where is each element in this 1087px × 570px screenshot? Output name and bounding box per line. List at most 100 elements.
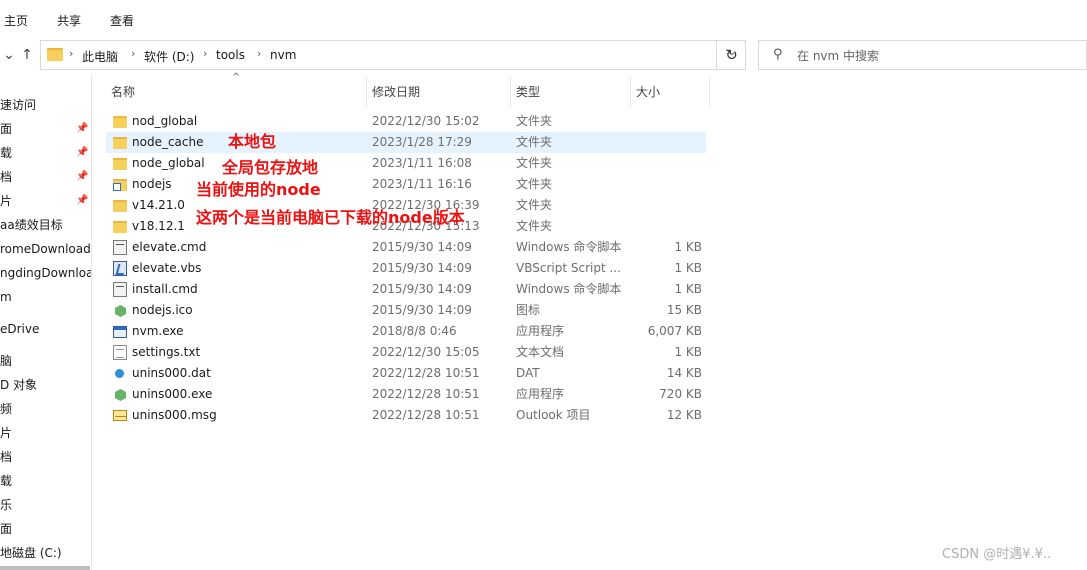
sidebar-item-pictures-pc[interactable]: 片 bbox=[0, 423, 91, 443]
sidebar-item-drive-c[interactable]: 地磁盘 (C:) bbox=[0, 543, 91, 563]
chevron-right-icon: › bbox=[257, 47, 262, 60]
sidebar-item-pictures[interactable]: 片 📌 bbox=[0, 191, 91, 211]
text-file-icon bbox=[113, 345, 127, 360]
sidebar-item-label: 载 bbox=[0, 474, 13, 488]
dat-file-icon bbox=[115, 369, 124, 378]
sidebar-item-onedrive[interactable]: eDrive bbox=[0, 319, 91, 339]
file-row[interactable]: nvm.exe 2018/8/8 0:46 应用程序 6,007 KB bbox=[106, 321, 706, 342]
file-name: settings.txt bbox=[132, 345, 201, 359]
file-date: 2023/1/28 17:29 bbox=[372, 135, 472, 149]
file-name: nvm.exe bbox=[132, 324, 184, 338]
sidebar-item-documents-pc[interactable]: 档 bbox=[0, 447, 91, 467]
file-row[interactable]: nodejs.ico 2015/9/30 14:09 图标 15 KB bbox=[106, 300, 706, 321]
file-date: 2015/9/30 14:09 bbox=[372, 303, 472, 317]
chevron-right-icon: › bbox=[69, 47, 74, 60]
column-header-date[interactable]: 修改日期 bbox=[367, 78, 510, 106]
shortcut-folder-icon bbox=[113, 179, 127, 191]
sidebar-item-label: ngdingDownloa bbox=[0, 266, 92, 280]
sidebar-item-m[interactable]: m bbox=[0, 287, 91, 307]
file-name: unins000.dat bbox=[132, 366, 211, 380]
file-row[interactable]: nod_global 2022/12/30 15:02 文件夹 bbox=[106, 111, 706, 132]
file-row[interactable]: unins000.exe 2022/12/28 10:51 应用程序 720 KB bbox=[106, 384, 706, 405]
annotation-current-node: 当前使用的node bbox=[196, 180, 321, 199]
search-input[interactable] bbox=[797, 47, 1077, 65]
breadcrumb-nvm[interactable]: nvm bbox=[270, 48, 296, 62]
file-name: unins000.exe bbox=[132, 387, 213, 401]
node-hex-icon bbox=[115, 305, 126, 317]
sidebar-item-label: 载 bbox=[0, 146, 13, 160]
sidebar-item-label: 乐 bbox=[0, 498, 13, 512]
chevron-right-icon: › bbox=[203, 47, 208, 60]
address-row: ⌄ ↑ › 此电脑 › 软件 (D:) › tools › nvm ⌄ ↻ ⚲ bbox=[0, 40, 1087, 70]
tab-home[interactable]: 主页 bbox=[4, 12, 28, 29]
file-name: unins000.msg bbox=[132, 408, 217, 422]
tab-view[interactable]: 查看 bbox=[110, 12, 134, 29]
sidebar-item-documents[interactable]: 档 📌 bbox=[0, 167, 91, 187]
tab-share[interactable]: 共享 bbox=[57, 12, 81, 29]
refresh-button[interactable]: ↻ bbox=[716, 40, 746, 70]
sidebar-item-quick-access[interactable]: 速访问 bbox=[0, 95, 91, 115]
expand-chevron-icon[interactable]: ⌄ bbox=[0, 44, 18, 66]
navigation-pane: 速访问 面 📌 载 📌 档 📌 片 📌 aa绩效目标 romeDownload ngdi… bbox=[0, 76, 92, 570]
file-type: 应用程序 bbox=[516, 324, 565, 338]
sidebar-item-downloads[interactable]: 载 📌 bbox=[0, 143, 91, 163]
sidebar-item-dingding-download[interactable]: ngdingDownloa bbox=[0, 263, 92, 283]
file-name: elevate.vbs bbox=[132, 261, 202, 275]
file-type: 文件夹 bbox=[516, 156, 553, 170]
sidebar-item-label: D 对象 bbox=[0, 378, 38, 392]
file-row[interactable]: node_cache 2023/1/28 17:29 文件夹 bbox=[106, 132, 706, 153]
file-row[interactable]: elevate.vbs 2015/9/30 14:09 VBScript Scrip… bbox=[106, 258, 706, 279]
column-divider[interactable] bbox=[709, 78, 710, 106]
file-size: 1 KB bbox=[674, 345, 702, 359]
file-date: 2023/1/11 16:08 bbox=[372, 156, 472, 170]
pin-icon: 📌 bbox=[76, 147, 89, 158]
folder-icon bbox=[113, 158, 127, 170]
column-header-name[interactable]: 名称 bbox=[106, 78, 366, 106]
file-type: 图标 bbox=[516, 303, 541, 317]
sidebar-item-goals[interactable]: aa绩效目标 bbox=[0, 215, 91, 235]
pin-icon: 📌 bbox=[76, 123, 89, 134]
file-date: 2015/9/30 14:09 bbox=[372, 261, 472, 275]
annotation-local-cache: 本地包 bbox=[228, 132, 277, 151]
file-type: 文件夹 bbox=[516, 198, 553, 212]
sidebar-item-label: eDrive bbox=[0, 322, 40, 336]
file-size: 720 KB bbox=[659, 387, 702, 401]
file-type: VBScript Script ... bbox=[516, 261, 621, 275]
sidebar-item-3d-objects[interactable]: D 对象 bbox=[0, 375, 91, 395]
exe-file-icon bbox=[113, 326, 127, 338]
file-row[interactable]: elevate.cmd 2015/9/30 14:09 Windows 命令脚本 1 … bbox=[106, 237, 706, 258]
sidebar-item-videos[interactable]: 频 bbox=[0, 399, 91, 419]
file-size: 6,007 KB bbox=[647, 324, 702, 338]
sidebar-item-label: 片 bbox=[0, 194, 13, 208]
file-row[interactable]: node_global 2023/1/11 16:08 文件夹 bbox=[106, 153, 706, 174]
address-bar[interactable]: › 此电脑 › 软件 (D:) › tools › nvm ⌄ bbox=[40, 40, 746, 70]
cmd-file-icon bbox=[113, 282, 127, 297]
sidebar-item-music[interactable]: 乐 bbox=[0, 495, 91, 515]
file-date: 2018/8/8 0:46 bbox=[372, 324, 457, 338]
file-type: Windows 命令脚本 bbox=[516, 240, 622, 254]
column-header-size[interactable]: 大小 bbox=[631, 78, 709, 106]
breadcrumb-tools[interactable]: tools bbox=[216, 48, 245, 62]
sidebar-item-desktop[interactable]: 面 📌 bbox=[0, 119, 91, 139]
file-row[interactable]: settings.txt 2022/12/30 15:05 文本文档 1 KB bbox=[106, 342, 706, 363]
file-size: 1 KB bbox=[674, 282, 702, 296]
file-row[interactable]: unins000.msg 2022/12/28 10:51 Outlook 项目 12… bbox=[106, 405, 706, 426]
sidebar-item-chrome-download[interactable]: romeDownload bbox=[0, 239, 91, 259]
file-type: 文本文档 bbox=[516, 345, 565, 359]
breadcrumb-this-pc[interactable]: 此电脑 bbox=[82, 48, 118, 65]
search-box[interactable]: ⚲ bbox=[758, 40, 1087, 70]
file-type: DAT bbox=[516, 366, 540, 380]
file-row[interactable]: unins000.dat 2022/12/28 10:51 DAT 14 KB bbox=[106, 363, 706, 384]
sidebar-scrollbar[interactable] bbox=[0, 566, 90, 570]
file-name: install.cmd bbox=[132, 282, 198, 296]
file-type: 文件夹 bbox=[516, 135, 553, 149]
breadcrumb-drive-d[interactable]: 软件 (D:) bbox=[144, 48, 194, 65]
file-row[interactable]: install.cmd 2015/9/30 14:09 Windows 命令脚本 1 … bbox=[106, 279, 706, 300]
sidebar-item-label: 面 bbox=[0, 122, 13, 136]
up-arrow-icon[interactable]: ↑ bbox=[18, 44, 36, 66]
sidebar-item-this-pc[interactable]: 脑 bbox=[0, 351, 91, 371]
folder-icon bbox=[113, 116, 127, 128]
sidebar-item-downloads-pc[interactable]: 载 bbox=[0, 471, 91, 491]
column-header-type[interactable]: 类型 bbox=[511, 78, 630, 106]
sidebar-item-desktop-pc[interactable]: 面 bbox=[0, 519, 91, 539]
